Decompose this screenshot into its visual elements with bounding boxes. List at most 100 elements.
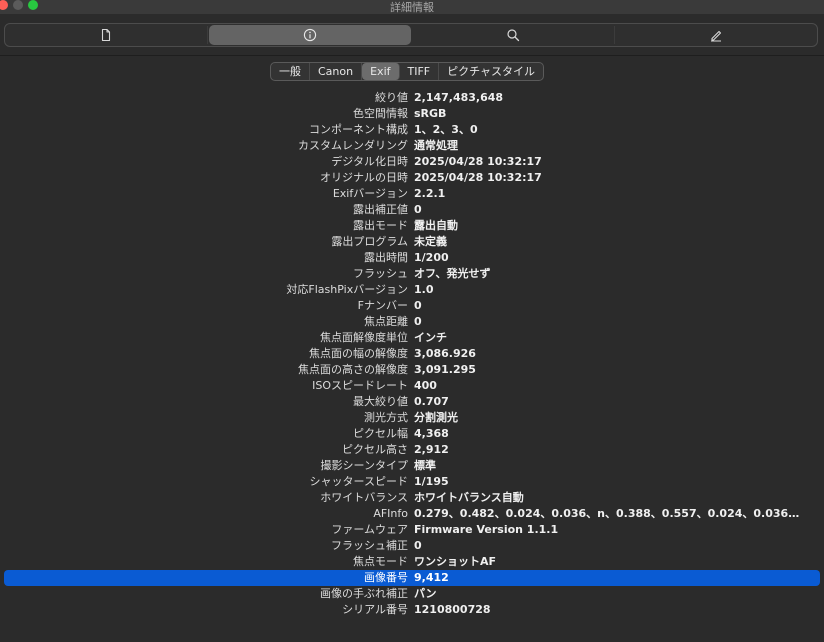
toolbar-document-button[interactable]	[5, 26, 208, 44]
exif-value: 1、2、3、0	[414, 123, 478, 136]
exif-row[interactable]: 焦点モード ワンショットAF	[0, 554, 824, 570]
exif-row[interactable]: ピクセル高さ 2,912	[0, 442, 824, 458]
exif-value: 未定義	[414, 235, 447, 248]
exif-key: フラッシュ	[353, 267, 408, 280]
exif-row[interactable]: デジタル化日時 2025/04/28 10:32:17	[0, 154, 824, 170]
exif-row[interactable]: シリアル番号 1210800728	[0, 602, 824, 618]
exif-row[interactable]: Fナンバー 0	[0, 298, 824, 314]
exif-value: 標準	[414, 459, 436, 472]
exif-row[interactable]: 最大絞り値 0.707	[0, 394, 824, 410]
window-title: 詳細情報	[390, 1, 434, 14]
exif-row[interactable]: 画像番号 9,412	[4, 570, 820, 586]
exif-table: 絞り値 2,147,483,648 色空間情報 sRGB コンポーネント構成 1、2、3、…	[0, 90, 824, 618]
exif-key: 焦点面解像度単位	[320, 331, 408, 344]
exif-key: オリジナルの日時	[320, 171, 408, 184]
exif-value: 通常処理	[414, 139, 458, 152]
exif-key: ISOスピードレート	[312, 379, 408, 392]
exif-value: 2,147,483,648	[414, 91, 504, 104]
exif-value: 3,086.926	[414, 347, 476, 360]
exif-row[interactable]: 対応FlashPixバージョン 1.0	[0, 282, 824, 298]
exif-value: オフ、発光せず	[414, 267, 491, 280]
exif-key: 対応FlashPixバージョン	[286, 283, 408, 296]
exif-key: 露出プログラム	[331, 235, 408, 248]
exif-row[interactable]: 露出プログラム 未定義	[0, 234, 824, 250]
exif-row[interactable]: 露出補正値 0	[0, 202, 824, 218]
exif-value: 1/195	[414, 475, 449, 488]
exif-key: ファームウェア	[331, 523, 408, 536]
exif-row[interactable]: Exifバージョン 2.2.1	[0, 186, 824, 202]
exif-value: sRGB	[414, 107, 447, 120]
exif-value: Firmware Version 1.1.1	[414, 523, 559, 536]
exif-row[interactable]: 焦点面の幅の解像度 3,086.926	[0, 346, 824, 362]
exif-value: 0	[414, 203, 422, 216]
exif-value: 0	[414, 299, 422, 312]
exif-row[interactable]: AFInfo 0.279、0.482、0.024、0.036、n、0.388、0.…	[0, 506, 824, 522]
toolbar-search-button[interactable]	[412, 26, 615, 44]
tab-canon[interactable]: Canon	[310, 63, 363, 80]
toolbar-info-button[interactable]	[209, 25, 411, 45]
exif-row[interactable]: シャッタースピード 1/195	[0, 474, 824, 490]
toolbar-divider	[0, 55, 824, 56]
exif-row[interactable]: カスタムレンダリング 通常処理	[0, 138, 824, 154]
exif-value: 2025/04/28 10:32:17	[414, 155, 542, 168]
exif-row[interactable]: 焦点距離 0	[0, 314, 824, 330]
exif-key: 焦点面の幅の解像度	[309, 347, 408, 360]
exif-key: 測光方式	[364, 411, 408, 424]
exif-value: 0.707	[414, 395, 449, 408]
inspector-toolbar	[4, 23, 818, 47]
exif-value: インチ	[414, 331, 447, 344]
tab-exif[interactable]: Exif	[362, 63, 400, 80]
exif-key: 画像の手ぶれ補正	[320, 587, 408, 600]
exif-key: 露出時間	[364, 251, 408, 264]
exif-key: 露出モード	[353, 219, 408, 232]
tab-general[interactable]: 一般	[271, 63, 310, 80]
exif-row[interactable]: 焦点面解像度単位 インチ	[0, 330, 824, 346]
exif-row[interactable]: 露出モード 露出自動	[0, 218, 824, 234]
exif-row[interactable]: 焦点面の高さの解像度 3,091.295	[0, 362, 824, 378]
exif-row[interactable]: フラッシュ補正 0	[0, 538, 824, 554]
exif-row[interactable]: 測光方式 分割測光	[0, 410, 824, 426]
exif-row[interactable]: 色空間情報 sRGB	[0, 106, 824, 122]
exif-row[interactable]: 撮影シーンタイプ 標準	[0, 458, 824, 474]
exif-row[interactable]: 画像の手ぶれ補正 パン	[0, 586, 824, 602]
exif-row[interactable]: オリジナルの日時 2025/04/28 10:32:17	[0, 170, 824, 186]
exif-row[interactable]: フラッシュ オフ、発光せず	[0, 266, 824, 282]
exif-key: 絞り値	[375, 91, 408, 104]
exif-value: 400	[414, 379, 437, 392]
exif-row[interactable]: 絞り値 2,147,483,648	[0, 90, 824, 106]
exif-value: 露出自動	[414, 219, 458, 232]
tab-picture-style[interactable]: ピクチャスタイル	[439, 63, 543, 80]
exif-row[interactable]: ホワイトバランス ホワイトバランス自動	[0, 490, 824, 506]
exif-key: 色空間情報	[353, 107, 408, 120]
exif-row[interactable]: コンポーネント構成 1、2、3、0	[0, 122, 824, 138]
exif-key: ホワイトバランス	[320, 491, 408, 504]
exif-key: フラッシュ補正	[331, 539, 408, 552]
toolbar-edit-button[interactable]	[615, 26, 817, 44]
exif-key: 焦点面の高さの解像度	[298, 363, 408, 376]
exif-key: 焦点モード	[353, 555, 408, 568]
exif-value: 2,912	[414, 443, 449, 456]
exif-row[interactable]: ファームウェア Firmware Version 1.1.1	[0, 522, 824, 538]
exif-key: Fナンバー	[357, 299, 408, 312]
exif-row[interactable]: ピクセル幅 4,368	[0, 426, 824, 442]
exif-value: 0.279、0.482、0.024、0.036、n、0.388、0.557、0.…	[414, 507, 810, 520]
exif-value: 2.2.1	[414, 187, 446, 200]
exif-value: 3,091.295	[414, 363, 476, 376]
exif-value: 1210800728	[414, 603, 491, 616]
exif-key: シャッタースピード	[309, 475, 408, 488]
exif-value: 1/200	[414, 251, 449, 264]
document-icon	[101, 28, 111, 42]
title-bar: 詳細情報	[0, 0, 824, 14]
exif-row[interactable]: 露出時間 1/200	[0, 250, 824, 266]
exif-key: デジタル化日時	[331, 155, 408, 168]
exif-key: ピクセル高さ	[342, 443, 408, 456]
exif-key: ピクセル幅	[353, 427, 408, 440]
exif-value: 分割測光	[414, 411, 458, 424]
exif-value: ワンショットAF	[414, 555, 497, 568]
exif-value: 0	[414, 539, 422, 552]
exif-value: 0	[414, 315, 422, 328]
tab-tiff[interactable]: TIFF	[400, 63, 440, 80]
metadata-tab-bar: 一般 Canon Exif TIFF ピクチャスタイル	[270, 62, 545, 81]
search-icon	[507, 29, 520, 42]
exif-row[interactable]: ISOスピードレート 400	[0, 378, 824, 394]
